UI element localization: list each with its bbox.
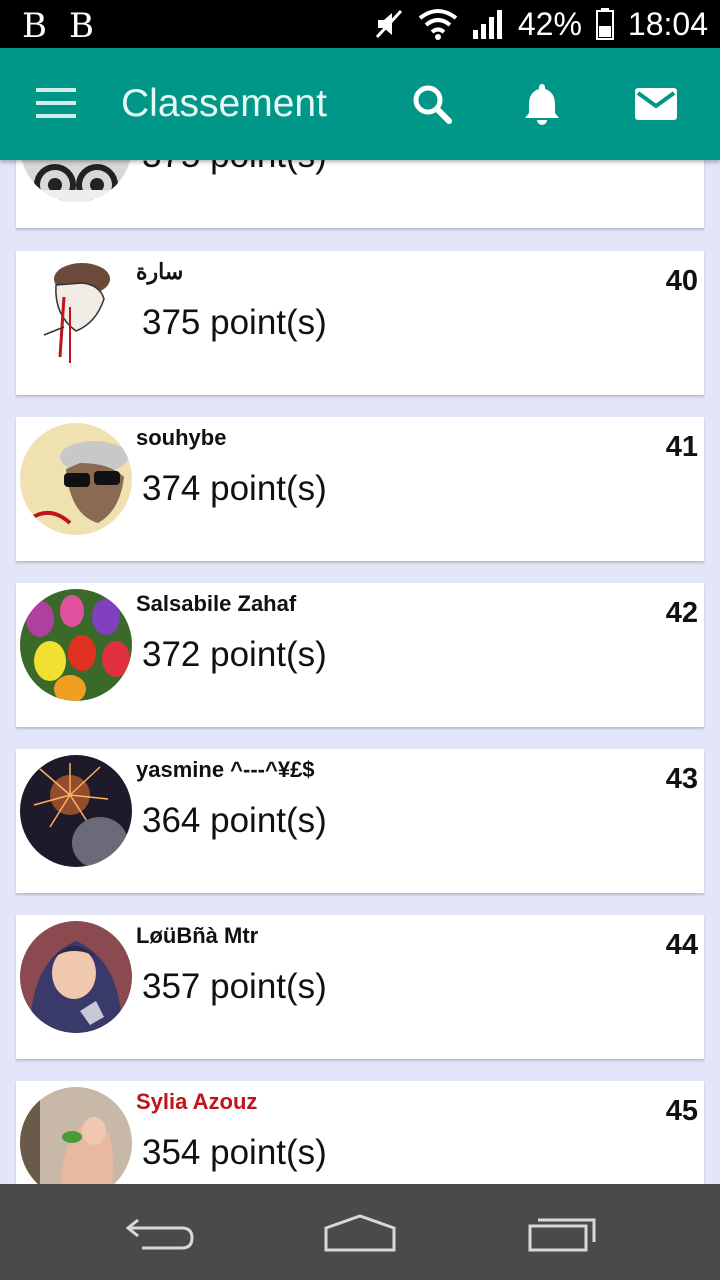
rank: 43 — [665, 763, 698, 795]
avatar — [20, 423, 132, 535]
list-item[interactable]: 375 point(s) — [16, 160, 704, 228]
battery-icon — [595, 8, 614, 40]
avatar — [24, 257, 136, 369]
navigation-bar — [0, 1184, 720, 1280]
avatar — [20, 1087, 132, 1184]
player-name: LøüBñà Mtr — [136, 923, 259, 948]
points: 374 point(s) — [142, 469, 327, 508]
mail-icon[interactable] — [632, 80, 680, 128]
back-icon[interactable] — [124, 1212, 196, 1252]
player-name: Salsabile Zahaf — [136, 591, 297, 616]
list-item[interactable]: souhybe 374 point(s) 41 — [16, 417, 704, 561]
list-item[interactable]: yasmine ^---^¥£$ 364 point(s) 43 — [16, 749, 704, 893]
list-item[interactable]: سارة 375 point(s) 40 — [16, 251, 704, 395]
system-icons: 42% 18:04 — [374, 0, 708, 48]
list-item[interactable]: LøüBñà Mtr 357 point(s) 44 — [16, 915, 704, 1059]
points: 375 point(s) — [142, 160, 327, 176]
app-bar: Classement — [0, 48, 720, 160]
b-notification-icon: B — [22, 6, 47, 46]
menu-icon[interactable] — [36, 88, 76, 120]
points: 364 point(s) — [142, 801, 327, 840]
status-bar: B B 42% 18:04 — [0, 0, 720, 48]
ranking-list[interactable]: 375 point(s) سارة 375 point(s) 40 — [0, 160, 720, 1184]
mute-icon — [375, 9, 402, 39]
search-icon[interactable] — [408, 80, 456, 128]
player-name: souhybe — [136, 425, 227, 450]
battery-percent: 42% — [517, 5, 582, 42]
rank: 41 — [665, 431, 698, 463]
list-item[interactable]: Salsabile Zahaf 372 point(s) 42 — [16, 583, 704, 727]
home-icon[interactable] — [322, 1212, 398, 1252]
clock: 18:04 — [627, 5, 708, 42]
player-name: سارة — [136, 259, 184, 284]
signal-icon — [472, 10, 502, 39]
player-name: yasmine ^---^¥£$ — [136, 757, 315, 782]
page-title: Classement — [121, 82, 327, 125]
rank: 40 — [665, 265, 698, 297]
rank: 44 — [665, 929, 698, 961]
recent-apps-icon[interactable] — [526, 1212, 600, 1252]
b-notification-icon: B — [69, 6, 94, 46]
bell-icon[interactable] — [518, 80, 566, 128]
notification-icons: B B — [22, 6, 94, 46]
player-name: Sylia Azouz — [136, 1089, 258, 1114]
avatar — [20, 160, 132, 202]
wifi-icon — [418, 9, 458, 40]
points: 372 point(s) — [142, 635, 327, 674]
avatar — [20, 755, 132, 867]
list-item[interactable]: Sylia Azouz 354 point(s) 45 — [16, 1081, 704, 1184]
points: 375 point(s) — [142, 303, 327, 342]
points: 357 point(s) — [142, 967, 327, 1006]
avatar — [20, 589, 132, 701]
points: 354 point(s) — [142, 1133, 327, 1172]
avatar — [20, 921, 132, 1033]
rank: 45 — [665, 1095, 698, 1127]
rank: 42 — [665, 597, 698, 629]
